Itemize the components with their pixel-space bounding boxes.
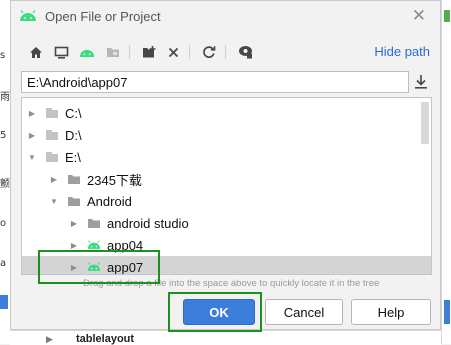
tree-item-label: C:\	[65, 105, 82, 121]
tree-item-android-folder[interactable]: ▼ Android	[22, 190, 431, 212]
open-file-dialog: Open File or Project ✕ Hide path E:\Andr…	[10, 0, 441, 330]
show-hidden-icon[interactable]	[235, 42, 255, 62]
tree-item-label: app04	[107, 237, 144, 253]
path-input[interactable]	[27, 73, 397, 91]
background-fragment: o	[0, 218, 7, 229]
expand-arrow-icon[interactable]: ▶	[69, 218, 79, 228]
expand-arrow-icon[interactable]: ▶	[69, 262, 79, 272]
background-fragment: 雨	[0, 92, 10, 103]
drive-icon	[46, 130, 58, 140]
background-fragment: 颤	[0, 179, 10, 190]
tree-item-2345-folder[interactable]: ▶ 2345下载	[22, 168, 431, 190]
background-scroll-marker	[444, 300, 450, 324]
expand-arrow-icon[interactable]: ▶	[49, 174, 59, 184]
close-icon[interactable]: ✕	[412, 6, 426, 26]
tree-item-label: 2345下载	[87, 172, 142, 188]
expand-arrow-icon[interactable]: ▶	[27, 108, 37, 118]
tree-item-label: Android	[87, 193, 132, 209]
android-project-icon[interactable]	[77, 42, 97, 62]
ok-button[interactable]: OK	[183, 299, 255, 325]
background-fragment: 5	[0, 130, 7, 141]
folder-icon	[68, 175, 80, 184]
folder-icon	[88, 219, 100, 228]
drive-icon	[46, 152, 58, 162]
tree-item-e-drive[interactable]: ▼ E:\	[22, 146, 431, 168]
download-icon[interactable]	[412, 73, 430, 91]
expand-arrow-icon[interactable]: ▶	[27, 130, 37, 140]
tree-item-label: android studio	[107, 215, 189, 231]
android-icon	[20, 10, 36, 21]
drag-drop-hint: Drag and drop a file into the space abov…	[83, 278, 380, 289]
drive-icon	[46, 108, 58, 118]
background-highlight	[0, 295, 8, 309]
tree-item-app07[interactable]: ▶ app07	[22, 256, 431, 275]
android-project-icon	[87, 262, 101, 271]
dialog-titlebar: Open File or Project ✕	[11, 1, 440, 33]
refresh-icon[interactable]	[199, 42, 219, 62]
toolbar-separator	[129, 45, 130, 59]
tree-item-d-drive[interactable]: ▶ D:\	[22, 124, 431, 146]
delete-icon[interactable]	[163, 42, 183, 62]
help-button[interactable]: Help	[351, 299, 431, 325]
path-field-container	[21, 71, 409, 93]
background-ide-right-strip	[441, 0, 451, 344]
tree-item-c-drive[interactable]: ▶ C:\	[22, 102, 431, 124]
background-fragment: a	[0, 258, 7, 269]
background-tree-row: tablelayout	[76, 333, 135, 345]
desktop-icon[interactable]	[51, 42, 71, 62]
expand-arrow-icon: ▶	[46, 334, 53, 344]
background-fragment: s	[0, 50, 6, 61]
dialog-title: Open File or Project	[45, 9, 161, 24]
hide-path-link[interactable]: Hide path	[374, 44, 430, 59]
expand-arrow-icon[interactable]: ▶	[69, 240, 79, 250]
tree-item-label: app07	[107, 259, 144, 275]
tree-item-android-studio-folder[interactable]: ▶ android studio	[22, 212, 431, 234]
tree-item-label: D:\	[65, 127, 82, 143]
new-folder-icon[interactable]	[139, 42, 159, 62]
collapse-arrow-icon[interactable]: ▼	[49, 196, 59, 206]
toolbar-separator	[225, 45, 226, 59]
tree-item-label: E:\	[65, 149, 81, 165]
folder-icon	[68, 197, 80, 206]
cancel-button[interactable]: Cancel	[265, 299, 343, 325]
file-chooser-toolbar: Hide path	[11, 41, 440, 63]
collapse-arrow-icon[interactable]: ▼	[27, 152, 37, 162]
toolbar-separator	[189, 45, 190, 59]
file-tree[interactable]: ▶ C:\ ▶ D:\ ▼ E:\ ▶ 2345下载 ▼ Android ▶ a…	[21, 97, 432, 275]
run-indicator	[444, 10, 450, 22]
background-project-tree: ▶ tablelayout	[10, 330, 441, 345]
home-icon[interactable]	[26, 42, 46, 62]
android-project-icon	[87, 240, 101, 249]
tree-item-app04[interactable]: ▶ app04	[22, 234, 431, 256]
module-icon[interactable]	[103, 42, 123, 62]
